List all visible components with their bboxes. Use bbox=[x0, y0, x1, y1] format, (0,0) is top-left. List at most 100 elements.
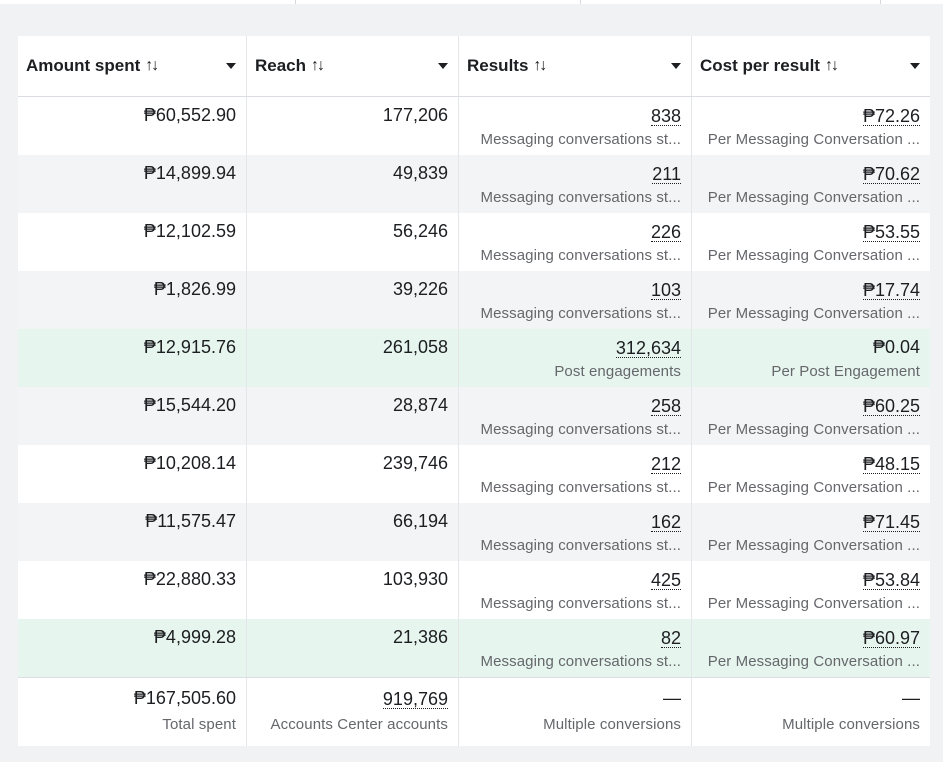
reach-cell: 49,839 bbox=[247, 155, 459, 213]
total-results-cell: — Multiple conversions bbox=[459, 678, 692, 746]
cost-per-result-cell: ₱0.04 Per Post Engagement bbox=[692, 329, 930, 387]
results-value-link[interactable]: 425 bbox=[650, 571, 681, 590]
cost-per-result-cell: ₱17.74 Per Messaging Conversation ... bbox=[692, 271, 930, 329]
total-cost-cell: — Multiple conversions bbox=[692, 678, 930, 746]
cost-type-label: Per Post Engagement bbox=[771, 363, 920, 380]
sort-icon[interactable]: ↑↓ bbox=[533, 57, 547, 75]
amount-spent-cell: ₱22,880.33 bbox=[18, 561, 247, 619]
amount-spent-value: ₱11,575.47 bbox=[145, 511, 236, 531]
table-row[interactable]: ₱11,575.47 66,194 162 Messaging conversat… bbox=[18, 503, 930, 561]
cost-per-result-link[interactable]: ₱17.74 bbox=[862, 281, 920, 300]
table-row-highlighted[interactable]: ₱12,915.76 261,058 312,634 Post engagemen… bbox=[18, 329, 930, 387]
results-type-label: Post engagements bbox=[554, 363, 681, 380]
column-header-cost-per-result[interactable]: Cost per result ↑↓ bbox=[692, 36, 930, 96]
reach-value: 28,874 bbox=[392, 395, 448, 415]
table-body: ₱60,552.90 177,206 838 Messaging conversa… bbox=[18, 97, 930, 746]
column-label: Cost per result bbox=[700, 56, 820, 75]
cost-per-result-link[interactable]: ₱60.25 bbox=[862, 397, 920, 416]
cost-type-label: Per Messaging Conversation ... bbox=[707, 305, 920, 322]
results-cell: 211 Messaging conversations st... bbox=[459, 155, 692, 213]
sort-icon[interactable]: ↑↓ bbox=[145, 57, 159, 75]
amount-spent-value: ₱12,102.59 bbox=[143, 221, 236, 241]
divider bbox=[880, 0, 881, 4]
reach-cell: 39,226 bbox=[247, 271, 459, 329]
amount-spent-value: ₱10,208.14 bbox=[143, 453, 236, 473]
dropdown-caret-icon[interactable] bbox=[226, 63, 236, 69]
cost-per-result-link[interactable]: ₱72.26 bbox=[862, 107, 920, 126]
cost-type-label: Per Messaging Conversation ... bbox=[707, 189, 920, 206]
column-label: Results bbox=[467, 56, 529, 75]
amount-spent-value: ₱4,999.28 bbox=[153, 627, 236, 647]
amount-spent-cell: ₱60,552.90 bbox=[18, 97, 247, 155]
amount-spent-cell: ₱11,575.47 bbox=[18, 503, 247, 561]
column-header-amount-spent[interactable]: Amount spent ↑↓ bbox=[18, 36, 247, 96]
cost-per-result-link[interactable]: ₱53.55 bbox=[862, 223, 920, 242]
total-amount-label: Total spent bbox=[162, 716, 236, 733]
results-cell: 212 Messaging conversations st... bbox=[459, 445, 692, 503]
amount-spent-cell: ₱4,999.28 bbox=[18, 619, 247, 677]
cost-per-result-link[interactable]: ₱48.15 bbox=[862, 455, 920, 474]
results-value-link[interactable]: 312,634 bbox=[615, 339, 681, 358]
amount-spent-value: ₱14,899.94 bbox=[143, 163, 236, 183]
results-type-label: Messaging conversations st... bbox=[480, 189, 681, 206]
results-type-label: Messaging conversations st... bbox=[480, 305, 681, 322]
amount-spent-cell: ₱10,208.14 bbox=[18, 445, 247, 503]
amount-spent-cell: ₱12,915.76 bbox=[18, 329, 247, 387]
reach-value: 261,058 bbox=[382, 337, 448, 357]
table-row-highlighted[interactable]: ₱4,999.28 21,386 82 Messaging conversatio… bbox=[18, 619, 930, 677]
results-cell: 82 Messaging conversations st... bbox=[459, 619, 692, 677]
cost-type-label: Per Messaging Conversation ... bbox=[707, 131, 920, 148]
dropdown-caret-icon[interactable] bbox=[910, 63, 920, 69]
table-row[interactable]: ₱1,826.99 39,226 103 Messaging conversati… bbox=[18, 271, 930, 329]
dropdown-caret-icon[interactable] bbox=[438, 63, 448, 69]
cost-per-result-cell: ₱70.62 Per Messaging Conversation ... bbox=[692, 155, 930, 213]
reach-value: 56,246 bbox=[392, 221, 448, 241]
cost-type-label: Per Messaging Conversation ... bbox=[707, 421, 920, 438]
results-value-link[interactable]: 212 bbox=[650, 455, 681, 474]
cost-per-result-cell: ₱60.97 Per Messaging Conversation ... bbox=[692, 619, 930, 677]
cost-per-result-cell: ₱72.26 Per Messaging Conversation ... bbox=[692, 97, 930, 155]
cost-per-result-link[interactable]: ₱53.84 bbox=[862, 571, 920, 590]
table-row[interactable]: ₱15,544.20 28,874 258 Messaging conversat… bbox=[18, 387, 930, 445]
results-value-link[interactable]: 226 bbox=[650, 223, 681, 242]
reach-value: 39,226 bbox=[392, 279, 448, 299]
results-value-link[interactable]: 211 bbox=[652, 165, 681, 184]
results-type-label: Messaging conversations st... bbox=[480, 479, 681, 496]
results-value-link[interactable]: 258 bbox=[650, 397, 681, 416]
cost-per-result-link[interactable]: ₱60.97 bbox=[862, 629, 920, 648]
table-row[interactable]: ₱10,208.14 239,746 212 Messaging conversa… bbox=[18, 445, 930, 503]
results-cell: 258 Messaging conversations st... bbox=[459, 387, 692, 445]
cost-per-result-link[interactable]: ₱71.45 bbox=[862, 513, 920, 532]
column-label: Amount spent bbox=[26, 56, 141, 75]
column-header-results[interactable]: Results ↑↓ bbox=[459, 36, 692, 96]
reach-cell: 239,746 bbox=[247, 445, 459, 503]
table-row[interactable]: ₱60,552.90 177,206 838 Messaging conversa… bbox=[18, 97, 930, 155]
table-row[interactable]: ₱14,899.94 49,839 211 Messaging conversat… bbox=[18, 155, 930, 213]
amount-spent-cell: ₱15,544.20 bbox=[18, 387, 247, 445]
dropdown-caret-icon[interactable] bbox=[671, 63, 681, 69]
divider bbox=[295, 0, 296, 4]
reach-cell: 66,194 bbox=[247, 503, 459, 561]
total-reach-link[interactable]: 919,769 bbox=[382, 690, 448, 709]
results-value-link[interactable]: 82 bbox=[660, 629, 681, 648]
reach-cell: 177,206 bbox=[247, 97, 459, 155]
sort-icon[interactable]: ↑↓ bbox=[825, 57, 839, 75]
total-cost-label: Multiple conversions bbox=[782, 716, 920, 733]
table-row[interactable]: ₱12,102.59 56,246 226 Messaging conversat… bbox=[18, 213, 930, 271]
results-type-label: Messaging conversations st... bbox=[480, 247, 681, 264]
reach-cell: 261,058 bbox=[247, 329, 459, 387]
reach-cell: 21,386 bbox=[247, 619, 459, 677]
amount-spent-value: ₱22,880.33 bbox=[143, 569, 236, 589]
results-value-link[interactable]: 103 bbox=[650, 281, 681, 300]
sort-icon[interactable]: ↑↓ bbox=[311, 57, 325, 75]
column-header-reach[interactable]: Reach ↑↓ bbox=[247, 36, 459, 96]
cost-per-result-link[interactable]: ₱70.62 bbox=[862, 165, 920, 184]
reach-value: 21,386 bbox=[392, 627, 448, 647]
cost-type-label: Per Messaging Conversation ... bbox=[707, 537, 920, 554]
ads-results-table: Amount spent ↑↓ Reach ↑↓ Results ↑↓ Cost… bbox=[18, 36, 930, 746]
results-cell: 838 Messaging conversations st... bbox=[459, 97, 692, 155]
results-value-link[interactable]: 838 bbox=[650, 107, 681, 126]
total-results-value: — bbox=[663, 688, 681, 708]
table-row[interactable]: ₱22,880.33 103,930 425 Messaging conversa… bbox=[18, 561, 930, 619]
results-value-link[interactable]: 162 bbox=[650, 513, 681, 532]
